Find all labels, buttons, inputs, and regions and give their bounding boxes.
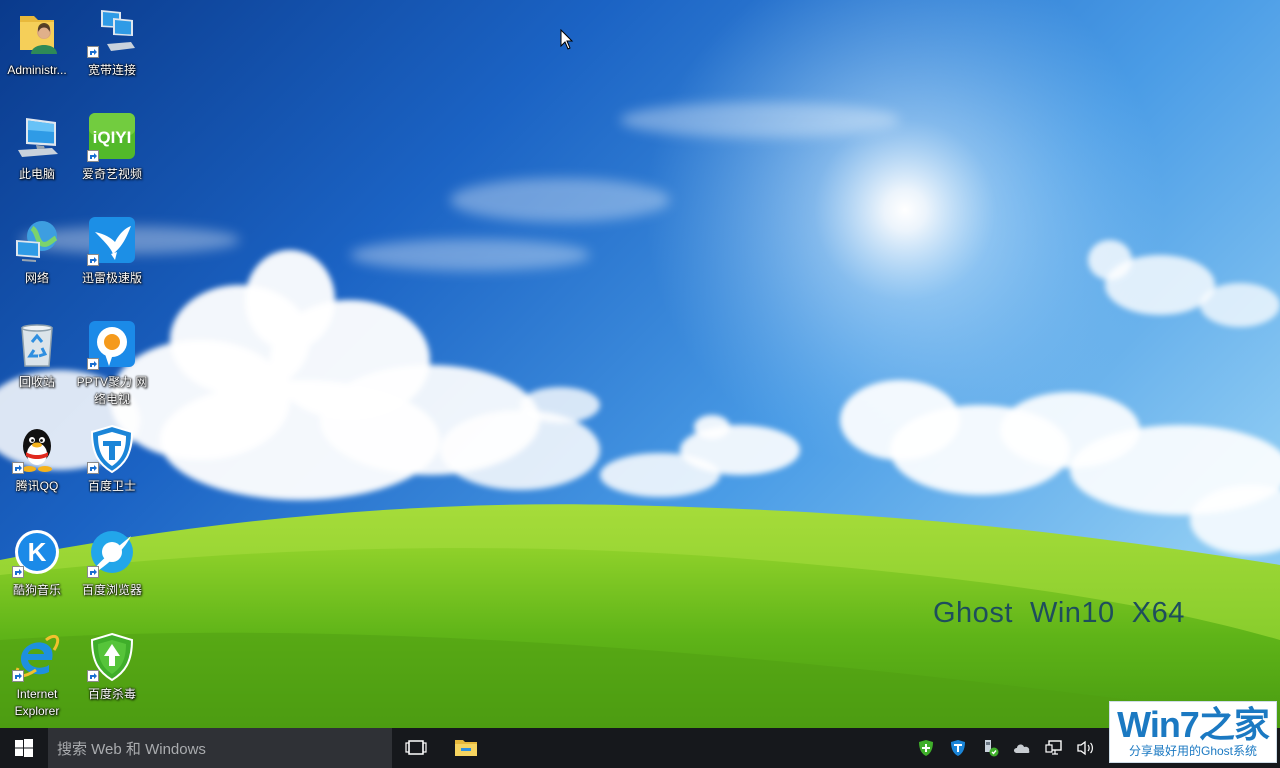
qq-penguin-icon xyxy=(12,424,62,474)
desktop-icon-recycle-bin[interactable]: 回收站 xyxy=(0,320,74,391)
desktop-icon-label: 百度浏览器 xyxy=(81,583,142,597)
task-view-icon xyxy=(405,740,427,755)
baidu-browser-icon xyxy=(87,528,137,578)
desktop-icon-label: 此电脑 xyxy=(18,167,55,181)
desktop-icon-label: 百度杀毒 xyxy=(87,687,136,701)
wallpaper-caption: Ghost Win10 X64 xyxy=(933,597,1185,629)
shortcut-arrow-icon xyxy=(87,254,99,266)
desktop-icon-label: 网络 xyxy=(24,271,49,285)
shortcut-arrow-icon xyxy=(87,150,99,162)
desktop-icon-label: 回收站 xyxy=(18,375,55,389)
desktop-icon-network[interactable]: 网络 xyxy=(0,216,74,287)
desktop-icon-label: 腾讯QQ xyxy=(15,479,59,493)
desktop-icon-kugou[interactable]: K 酷狗音乐 xyxy=(0,528,74,599)
shortcut-arrow-icon xyxy=(87,462,99,474)
shortcut-arrow-icon xyxy=(87,566,99,578)
pptv-icon xyxy=(87,320,137,370)
windows-logo-icon xyxy=(15,739,33,757)
svg-text:K: K xyxy=(28,537,47,567)
shortcut-arrow-icon xyxy=(12,566,24,578)
desktop-icon-qq[interactable]: 腾讯QQ xyxy=(0,424,74,495)
tray-volume[interactable] xyxy=(1072,728,1100,768)
desktop-icon-internet-explorer[interactable]: Internet Explorer xyxy=(0,632,74,720)
desktop-icon-baidu-antivirus[interactable]: 百度杀毒 xyxy=(75,632,149,703)
shortcut-arrow-icon xyxy=(87,46,99,58)
desktop-icon-label: 爱奇艺视频 xyxy=(81,167,142,181)
mouse-cursor-icon xyxy=(560,29,574,50)
desktop-icon-label: Internet Explorer xyxy=(14,687,60,718)
svg-text:iQIYI: iQIYI xyxy=(93,128,132,147)
internet-explorer-icon xyxy=(12,632,62,682)
baidu-antivirus-tray-icon xyxy=(919,740,933,756)
desktop-icon-thunder[interactable]: 迅雷极速版 xyxy=(75,216,149,287)
desktop-icon-broadband[interactable]: 宽带连接 xyxy=(75,8,149,79)
desktop-icon-baidu-guard[interactable]: 百度卫士 xyxy=(75,424,149,495)
baidu-guard-tray-icon xyxy=(951,740,965,756)
shortcut-arrow-icon xyxy=(87,670,99,682)
search-placeholder: 搜索 Web 和 Windows xyxy=(57,740,206,758)
user-folder-icon xyxy=(12,8,62,58)
recycle-bin-icon xyxy=(12,320,62,370)
wallpaper xyxy=(0,0,1280,768)
desktop-icon-pptv[interactable]: PPTV聚力 网络电视 xyxy=(75,320,149,408)
baidu-guard-shield-icon xyxy=(87,424,137,474)
start-button[interactable] xyxy=(0,728,48,768)
desktop[interactable]: Ghost Win10 X64 Administr... 此电脑 网络 回收站 … xyxy=(0,0,1280,768)
onedrive-icon xyxy=(1014,744,1030,753)
shortcut-arrow-icon xyxy=(87,358,99,370)
tray-network[interactable] xyxy=(1040,728,1068,768)
kugou-icon: K xyxy=(12,528,62,578)
task-view-button[interactable] xyxy=(398,728,434,768)
file-explorer-icon xyxy=(455,740,477,756)
usb-device-tray-icon xyxy=(985,740,999,757)
network-icon xyxy=(12,216,62,266)
tray-baidu-guard[interactable] xyxy=(944,728,972,768)
taskbar: 搜索 Web 和 Windows xyxy=(0,728,1280,768)
iqiyi-icon: iQIYI xyxy=(87,112,137,162)
desktop-icon-baidu-browser[interactable]: 百度浏览器 xyxy=(75,528,149,599)
desktop-icon-this-pc[interactable]: 此电脑 xyxy=(0,112,74,183)
tray-onedrive[interactable] xyxy=(1008,728,1036,768)
broadband-connection-icon xyxy=(87,8,137,58)
network-tray-icon xyxy=(1045,740,1062,755)
computer-icon xyxy=(12,112,62,162)
thunder-bird-icon xyxy=(87,216,137,266)
baidu-antivirus-icon xyxy=(87,632,137,682)
tray-usb-device[interactable] xyxy=(976,728,1004,768)
desktop-icon-label: 迅雷极速版 xyxy=(81,271,142,285)
desktop-icon-label: 酷狗音乐 xyxy=(12,583,61,597)
watermark-logo: Win7之家 xyxy=(1117,704,1270,745)
desktop-icon-iqiyi[interactable]: iQIYI 爱奇艺视频 xyxy=(75,112,149,183)
volume-icon xyxy=(1077,740,1093,756)
shortcut-arrow-icon xyxy=(12,670,24,682)
watermark-tagline: 分享最好用的Ghost系统 xyxy=(1128,744,1258,758)
desktop-icon-label: PPTV聚力 网络电视 xyxy=(76,375,148,406)
desktop-icon-administrator[interactable]: Administr... xyxy=(0,8,74,79)
shortcut-arrow-icon xyxy=(12,462,24,474)
tray-baidu-antivirus[interactable] xyxy=(912,728,940,768)
desktop-icon-label: 百度卫士 xyxy=(87,479,136,493)
file-explorer-taskbar-button[interactable] xyxy=(446,728,486,768)
desktop-icon-label: 宽带连接 xyxy=(87,63,136,77)
win7zhijia-watermark: Win7之家 分享最好用的Ghost系统 xyxy=(1109,701,1277,763)
desktop-icon-label: Administr... xyxy=(7,63,67,77)
search-input[interactable]: 搜索 Web 和 Windows xyxy=(48,728,392,768)
